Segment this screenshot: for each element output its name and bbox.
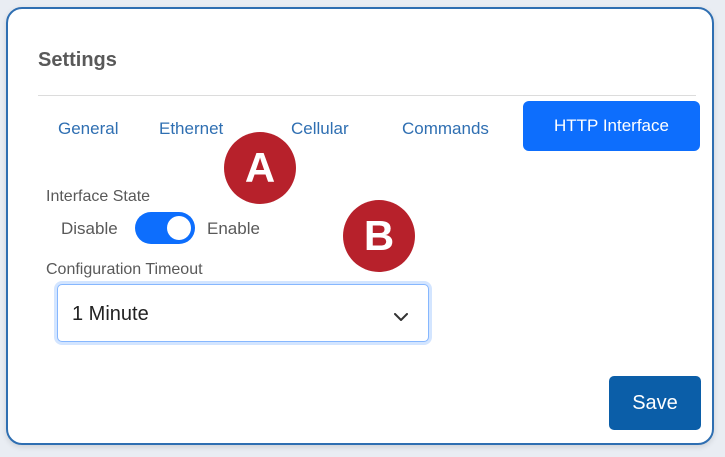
tab-cellular[interactable]: Cellular [291, 119, 349, 139]
tab-http-interface[interactable]: HTTP Interface [523, 101, 700, 151]
callout-badge-a: A [224, 132, 296, 204]
callout-badge-b: B [343, 200, 415, 272]
enable-label: Enable [207, 219, 260, 238]
configuration-timeout-select[interactable]: 1 Minute [57, 284, 429, 342]
disable-label: Disable [61, 219, 118, 238]
tab-general[interactable]: General [58, 119, 118, 139]
title-divider [38, 95, 696, 96]
select-value: 1 Minute [72, 303, 149, 325]
tab-ethernet[interactable]: Ethernet [159, 119, 223, 139]
interface-state-toggle[interactable] [135, 212, 195, 244]
save-button[interactable]: Save [609, 376, 701, 430]
interface-state-label: Interface State [46, 188, 151, 205]
settings-panel: Settings General Ethernet Cellular Comma… [6, 7, 714, 445]
toggle-knob [167, 216, 191, 240]
panel-title: Settings [38, 49, 117, 71]
configuration-timeout-label: Configuration Timeout [46, 261, 203, 278]
chevron-down-icon [394, 309, 408, 327]
tab-commands[interactable]: Commands [402, 119, 489, 139]
